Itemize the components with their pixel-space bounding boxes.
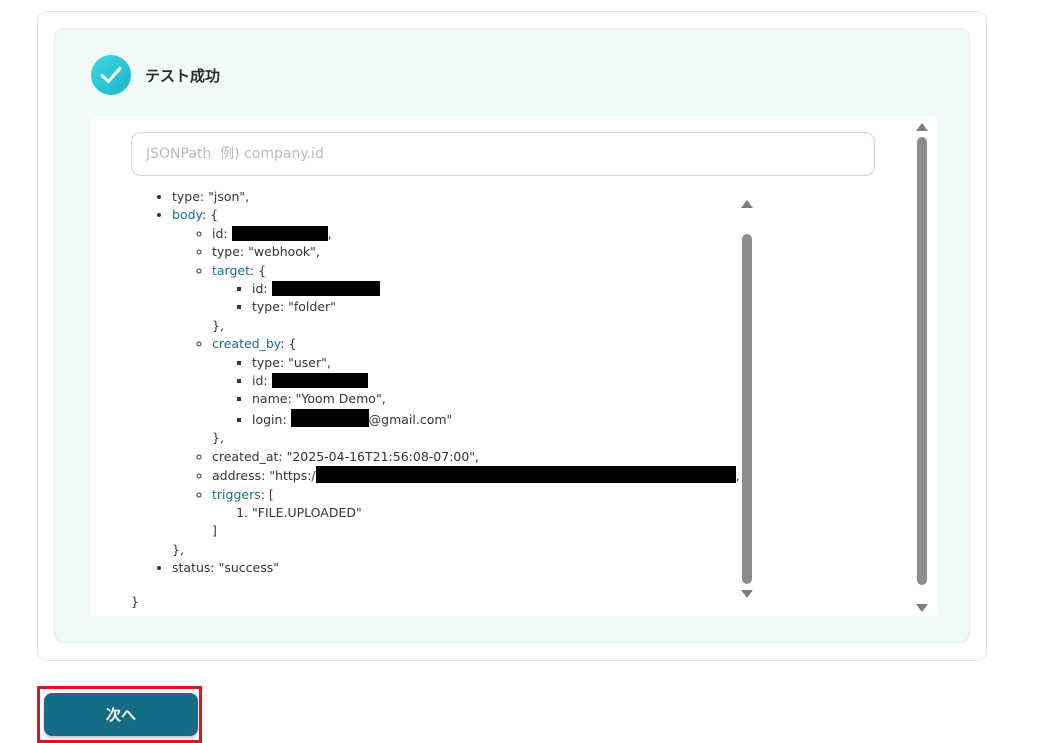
redacted-value xyxy=(271,373,368,389)
json-line-triggers-close: ] xyxy=(212,523,217,539)
json-line-created-by-name: name: "Yoom Demo", xyxy=(252,390,763,408)
scroll-up-arrow-icon[interactable] xyxy=(741,200,753,208)
json-line-type: type: "json", xyxy=(172,188,763,206)
json-line-target-type: type: "folder" xyxy=(252,298,763,316)
redacted-value xyxy=(271,281,380,297)
json-line-target-id: id: xyxy=(252,280,763,298)
json-line-created-by-login: login: @gmail.com" xyxy=(252,408,763,429)
redacted-value xyxy=(290,408,369,427)
json-line-created-by-close: }, xyxy=(212,430,224,446)
created-by-key-link[interactable]: created_by xyxy=(212,336,280,351)
json-final-brace: } xyxy=(131,594,139,609)
scroll-down-arrow-icon[interactable] xyxy=(741,590,753,598)
redacted-value xyxy=(231,225,328,241)
redacted-value xyxy=(315,466,736,484)
json-node-target: target: { id: type: "folder" xyxy=(212,262,763,317)
test-success-panel: テスト成功 type: "json", body: { id: , type: … xyxy=(54,28,970,643)
next-button-highlight: 次へ xyxy=(37,686,202,743)
json-line-address: address: "https:/, xyxy=(212,466,763,485)
json-output-panel: type: "json", body: { id: , type: "webho… xyxy=(91,116,937,616)
json-line-created-by-id: id: xyxy=(252,372,763,390)
next-button[interactable]: 次へ xyxy=(44,693,198,736)
check-icon xyxy=(91,55,131,95)
scroll-up-arrow-icon[interactable] xyxy=(916,123,928,131)
target-key-link[interactable]: target xyxy=(212,263,250,278)
body-key-link[interactable]: body xyxy=(172,207,202,222)
panel-scrollbar[interactable] xyxy=(913,119,931,616)
json-line-created-by-type: type: "user", xyxy=(252,354,763,372)
json-node-body: body: { id: , type: "webhook", target: {… xyxy=(172,206,763,540)
success-title: テスト成功 xyxy=(145,66,221,85)
json-line-target-close: }, xyxy=(212,317,224,333)
test-result-card: テスト成功 type: "json", body: { id: , type: … xyxy=(37,11,987,661)
json-line-body-type: type: "webhook", xyxy=(212,243,763,261)
json-line-status: status: "success" xyxy=(172,559,763,577)
json-node-triggers: triggers: [ "FILE.UPLOADED" xyxy=(212,486,763,523)
json-line-body-close: }, xyxy=(172,541,184,557)
jsonpath-search-input[interactable] xyxy=(131,132,875,176)
json-tree-scrollbar[interactable] xyxy=(739,196,755,608)
scroll-thumb[interactable] xyxy=(742,234,752,584)
success-header: テスト成功 xyxy=(91,55,220,95)
scroll-thumb[interactable] xyxy=(917,137,927,585)
json-tree: type: "json", body: { id: , type: "webho… xyxy=(131,188,763,618)
triggers-key-link[interactable]: triggers xyxy=(212,487,261,502)
json-line-trigger-item: "FILE.UPLOADED" xyxy=(252,504,763,522)
scroll-down-arrow-icon[interactable] xyxy=(916,604,928,612)
json-line-body-id: id: , xyxy=(212,225,763,243)
json-node-created-by: created_by: { type: "user", id: name: "Y… xyxy=(212,335,763,429)
json-line-created-at: created_at: "2025-04-16T21:56:08-07:00", xyxy=(212,448,763,466)
